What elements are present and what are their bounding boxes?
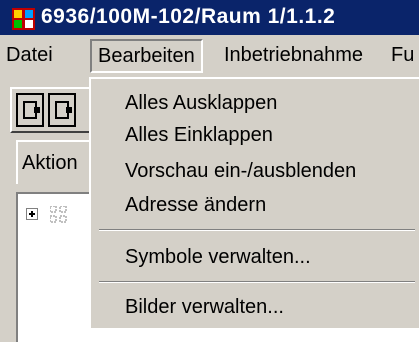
title-bar[interactable]: 6936/100M-102/Raum 1/1.1.2	[0, 0, 419, 35]
menu-bar: Datei Bearbeiten Inbetriebnahme Fu	[0, 35, 419, 77]
menu-item-alles-ausklappen[interactable]: Alles Ausklappen	[125, 91, 277, 115]
menu-separator	[99, 229, 415, 231]
menu-item-vorschau[interactable]: Vorschau ein-/ausblenden	[125, 159, 356, 183]
plus-icon[interactable]	[26, 208, 38, 220]
save-button[interactable]	[16, 93, 44, 127]
tree-node-icon[interactable]	[50, 206, 70, 224]
menu-datei[interactable]: Datei	[6, 35, 53, 77]
bearbeiten-dropdown-menu: Alles Ausklappen Alles Einklappen Vorsch…	[89, 77, 419, 328]
window-title: 6936/100M-102/Raum 1/1.1.2	[41, 5, 336, 28]
menu-item-alles-einklappen[interactable]: Alles Einklappen	[125, 123, 273, 147]
save-icon	[23, 101, 40, 119]
menu-item-symbole-verwalten[interactable]: Symbole verwalten...	[125, 245, 311, 269]
menu-bearbeiten[interactable]: Bearbeiten	[90, 39, 203, 73]
save-all-button[interactable]	[48, 93, 76, 127]
menu-item-bilder-verwalten[interactable]: Bilder verwalten...	[125, 295, 284, 319]
menu-fu[interactable]: Fu	[391, 35, 414, 77]
menu-separator	[99, 281, 415, 283]
tab-aktion-label: Aktion	[22, 152, 78, 174]
window-app-icon[interactable]	[12, 8, 35, 30]
menu-inbetriebnahme[interactable]: Inbetriebnahme	[224, 35, 363, 77]
menu-item-adresse-aendern[interactable]: Adresse ändern	[125, 193, 266, 217]
save-icon	[55, 101, 72, 119]
